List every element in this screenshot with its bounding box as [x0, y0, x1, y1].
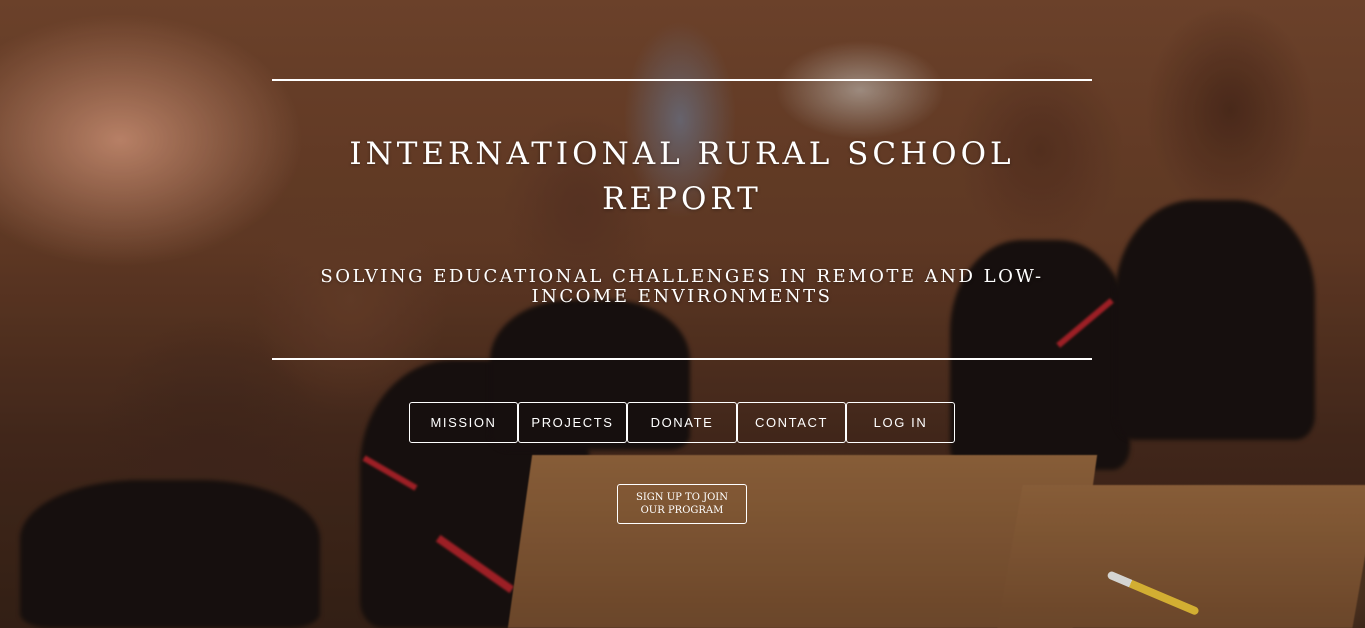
page-subtitle: SOLVING EDUCATIONAL CHALLENGES IN REMOTE… [320, 266, 1044, 307]
page-title: INTERNATIONAL RURAL SCHOOL REPORT [349, 136, 1015, 217]
nav-contact-button[interactable]: CONTACT [737, 402, 846, 443]
nav-projects-button[interactable]: PROJECTS [518, 402, 627, 443]
nav-mission-button[interactable]: MISSION [409, 402, 518, 443]
nav-login-button[interactable]: LOG IN [846, 402, 955, 443]
nav-donate-button[interactable]: DONATE [627, 402, 737, 443]
main-nav: MISSION PROJECTS DONATE CONTACT LOG IN [409, 402, 955, 443]
bottom-divider [272, 358, 1092, 360]
hero-section: INTERNATIONAL RURAL SCHOOL REPORT SOLVIN… [0, 0, 1365, 628]
photo-overlay [0, 0, 1365, 628]
signup-button[interactable]: SIGN UP TO JOIN OUR PROGRAM [617, 484, 747, 524]
top-divider [272, 79, 1092, 81]
